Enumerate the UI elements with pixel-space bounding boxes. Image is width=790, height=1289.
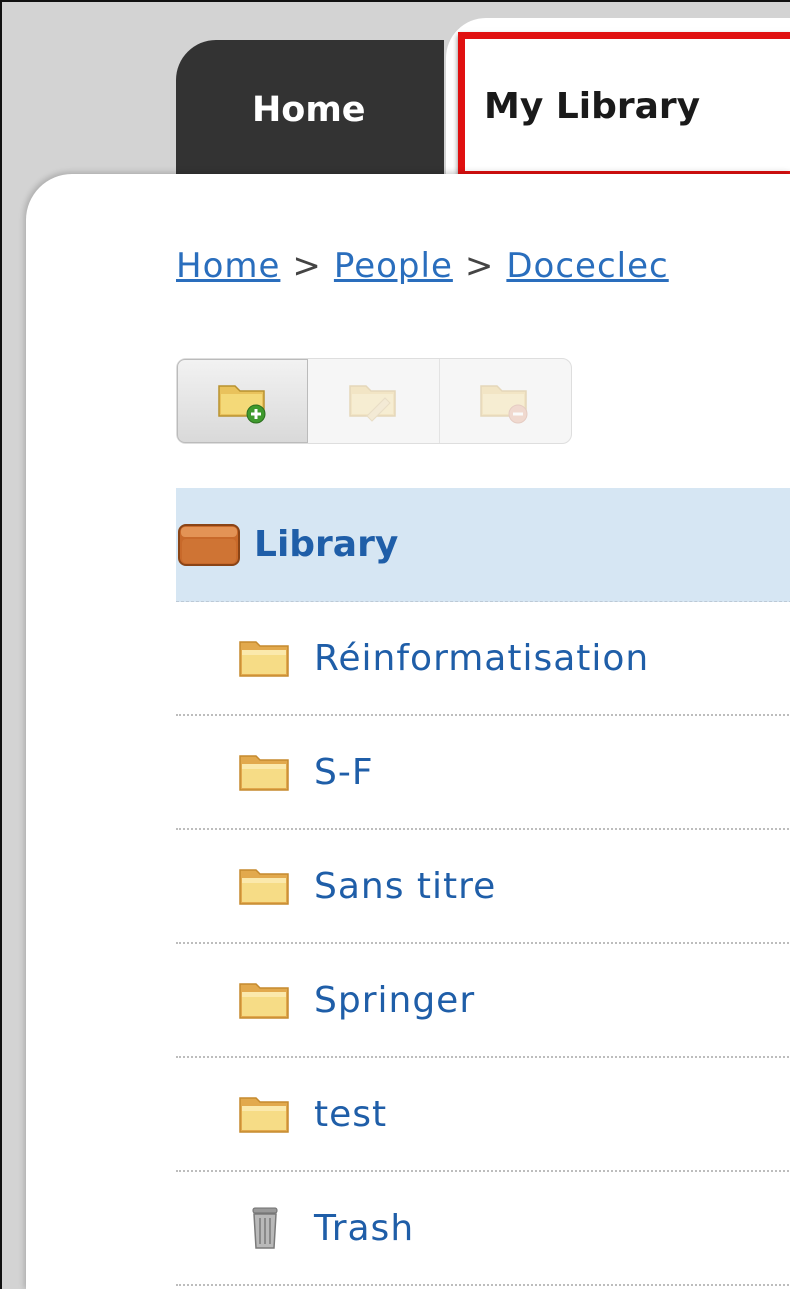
breadcrumb-doceclec[interactable]: Doceclec xyxy=(506,246,668,286)
folder-icon xyxy=(239,755,289,791)
folder-add-icon xyxy=(217,385,266,424)
folder-label: Springer xyxy=(314,979,476,1021)
app-frame: Home My Library Home > People > Doceclec xyxy=(0,0,790,1289)
rename-folder-button[interactable] xyxy=(308,359,440,443)
folder-label: test xyxy=(314,1093,388,1135)
folder-icon-wrap xyxy=(238,866,298,906)
folder-edit-icon xyxy=(348,385,396,422)
library-box-icon xyxy=(178,523,240,566)
list-item[interactable]: Réinformatisation xyxy=(176,602,790,716)
folder-label: Réinformatisation xyxy=(314,637,650,679)
breadcrumb-people[interactable]: People xyxy=(334,246,453,286)
breadcrumb-separator: > xyxy=(464,246,495,286)
list-item[interactable]: S-F xyxy=(176,716,790,830)
library-root-label: Library xyxy=(254,524,399,565)
folder-icon xyxy=(239,869,289,905)
trash-icon xyxy=(252,1207,278,1249)
folder-icon-wrap xyxy=(238,1094,298,1134)
list-item[interactable]: test xyxy=(176,1058,790,1172)
folder-icon xyxy=(239,983,289,1019)
folder-icon-wrap xyxy=(238,638,298,678)
folder-remove-icon xyxy=(480,385,528,424)
add-folder-button[interactable] xyxy=(177,359,309,443)
folder-icon-wrap xyxy=(238,980,298,1020)
list-item[interactable]: Sans titre xyxy=(176,830,790,944)
library-icon-wrap xyxy=(178,523,242,567)
trash-row[interactable]: Trash xyxy=(176,1172,790,1286)
breadcrumb-home[interactable]: Home xyxy=(176,246,280,286)
folder-label: Sans titre xyxy=(314,865,497,907)
folder-icon xyxy=(239,1097,289,1133)
library-root-row[interactable]: Library xyxy=(176,488,790,602)
breadcrumb: Home > People > Doceclec xyxy=(176,246,669,286)
tab-home[interactable]: Home xyxy=(176,40,444,190)
tab-home-label: Home xyxy=(252,90,366,130)
trash-icon-wrap xyxy=(250,1206,298,1250)
folder-toolbar xyxy=(176,358,572,444)
delete-folder-button[interactable] xyxy=(440,359,571,443)
tab-my-library-label: My Library xyxy=(484,86,701,127)
list-item[interactable]: Springer xyxy=(176,944,790,1058)
trash-label: Trash xyxy=(314,1207,415,1249)
breadcrumb-separator: > xyxy=(292,246,322,286)
folder-icon xyxy=(239,641,289,677)
folder-label: S-F xyxy=(314,751,374,793)
folder-icon-wrap xyxy=(238,752,298,792)
